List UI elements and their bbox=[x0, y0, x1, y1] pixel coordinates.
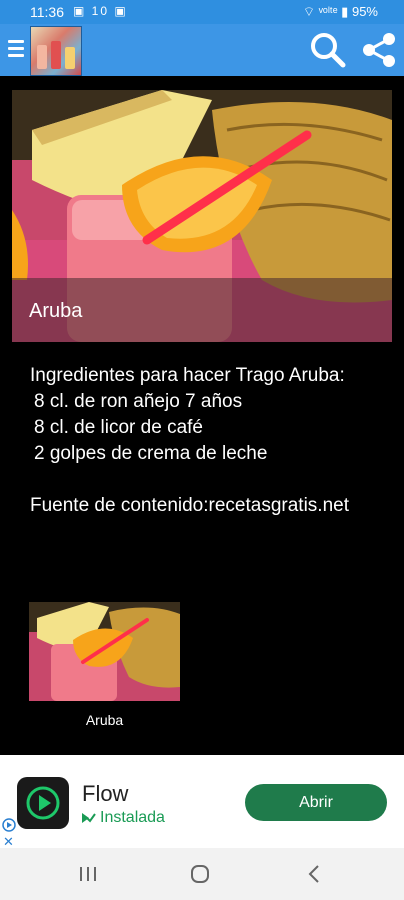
battery-percent: 95% bbox=[351, 4, 378, 19]
adchoices-icon[interactable] bbox=[2, 818, 16, 832]
ad-install-status: Instalada bbox=[100, 809, 165, 826]
back-icon[interactable] bbox=[306, 864, 322, 884]
app-logo bbox=[30, 26, 82, 76]
recent-apps-icon[interactable] bbox=[78, 865, 98, 883]
status-bar: 11:36 ▣ 10 ▣ ⌔ ᵛᵒˡᵗᵉ ▮ 95% bbox=[0, 0, 404, 24]
app-bar bbox=[0, 24, 404, 76]
flow-app-icon[interactable] bbox=[17, 777, 69, 829]
ingredient-item: 2 golpes de crema de leche bbox=[34, 443, 268, 464]
system-nav-bar bbox=[0, 848, 404, 900]
thumbnail-photo bbox=[29, 602, 180, 701]
source-text: Fuente de contenido:recetasgratis.net bbox=[30, 495, 349, 516]
status-time: 11:36 bbox=[30, 4, 64, 20]
signal-icons: ⌔ ᵛᵒˡᵗᵉ ▮ bbox=[302, 4, 349, 19]
related-recipe-label[interactable]: Aruba bbox=[29, 712, 180, 728]
related-recipe-thumbnail[interactable] bbox=[29, 602, 180, 701]
installed-check-icon bbox=[82, 811, 96, 825]
share-icon[interactable] bbox=[360, 31, 398, 69]
notification-icons: ▣ 10 ▣ bbox=[73, 4, 128, 18]
open-app-button[interactable]: Abrir bbox=[245, 784, 387, 821]
home-icon[interactable] bbox=[190, 864, 210, 884]
ingredient-item: 8 cl. de ron añejo 7 años bbox=[34, 391, 243, 412]
hamburger-icon[interactable] bbox=[8, 40, 24, 60]
ad-app-name[interactable]: Flow bbox=[82, 781, 128, 807]
recipe-hero-image: Aruba bbox=[12, 90, 392, 342]
recipe-content: Ingredientes para hacer Trago Aruba: 8 c… bbox=[30, 363, 390, 519]
recipe-title: Aruba bbox=[29, 300, 83, 322]
ad-banner[interactable]: Flow Instalada Abrir ✕ bbox=[0, 755, 404, 849]
ingredient-item: 8 cl. de licor de café bbox=[34, 417, 203, 438]
ingredients-heading: Ingredientes para hacer Trago Aruba: bbox=[30, 365, 345, 386]
search-icon[interactable] bbox=[309, 31, 347, 69]
battery-level: ⌔ ᵛᵒˡᵗᵉ ▮ 95% bbox=[303, 4, 378, 20]
